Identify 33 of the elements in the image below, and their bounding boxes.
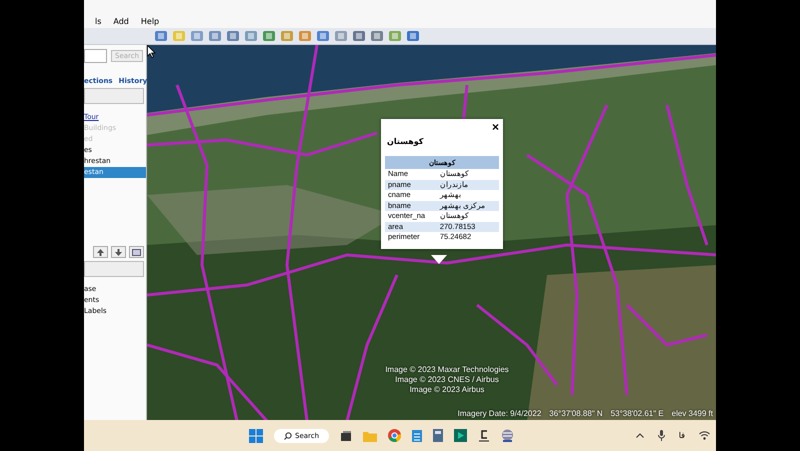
longitude: 53°38'02.61" E bbox=[610, 409, 664, 418]
search-field[interactable] bbox=[84, 49, 107, 63]
notepad-icon[interactable] bbox=[412, 429, 422, 442]
imagery-credit: Image © 2023 Maxar Technologies bbox=[385, 365, 509, 375]
caret-up-icon[interactable] bbox=[636, 433, 644, 438]
input-language[interactable]: فا bbox=[678, 431, 685, 440]
satellite-map-drawing[interactable] bbox=[147, 45, 716, 421]
latitude: 36°37'08.88" N bbox=[549, 409, 603, 418]
close-button[interactable]: × bbox=[492, 121, 499, 133]
microphone-icon[interactable] bbox=[658, 430, 665, 441]
imagery-credit: Image © 2023 Airbus bbox=[410, 385, 484, 395]
browser-icon[interactable] bbox=[388, 429, 402, 442]
move-up-button[interactable] bbox=[93, 246, 108, 258]
move-down-button[interactable] bbox=[111, 246, 126, 258]
task-view-icon[interactable] bbox=[340, 430, 352, 442]
arrow-up-icon bbox=[97, 248, 104, 256]
arrow-down-icon bbox=[115, 248, 122, 256]
letter-c-app-icon[interactable] bbox=[478, 429, 490, 442]
card-view-button[interactable] bbox=[129, 246, 144, 258]
wifi-icon[interactable] bbox=[699, 431, 710, 440]
card-icon bbox=[132, 248, 141, 256]
menu-item[interactable]: ls bbox=[94, 17, 102, 26]
windows-start-icon[interactable] bbox=[249, 428, 263, 442]
menu-item[interactable]: Help bbox=[140, 17, 160, 26]
popup-title: کوهستان bbox=[387, 137, 424, 146]
search-icon bbox=[284, 432, 292, 440]
imagery-date: Imagery Date: 9/4/2022 bbox=[458, 409, 542, 418]
globe-app-icon[interactable] bbox=[501, 429, 514, 442]
elevation: elev 3499 ft bbox=[672, 409, 713, 418]
menu-item[interactable]: Add bbox=[112, 17, 130, 26]
imagery-credit: Image © 2023 CNES / Airbus bbox=[395, 375, 499, 385]
calculator-icon[interactable] bbox=[433, 429, 444, 442]
media-app-icon[interactable] bbox=[454, 429, 468, 442]
